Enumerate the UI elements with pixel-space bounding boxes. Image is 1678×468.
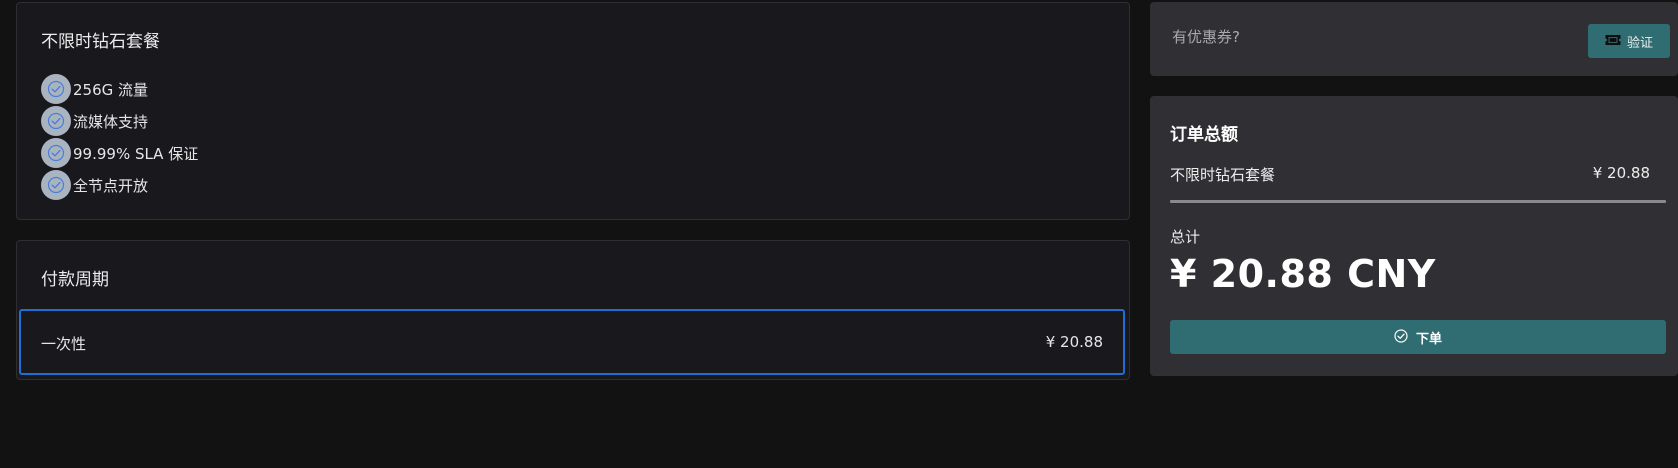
order-summary-title: 订单总额 xyxy=(1170,125,1238,145)
feature-label: 99.99% SLA 保证 xyxy=(73,144,199,163)
verify-coupon-button[interactable]: 验证 xyxy=(1588,24,1670,58)
check-circle-icon xyxy=(41,170,71,200)
feature-item: 全节点开放 xyxy=(41,169,198,201)
summary-item-price: ¥ 20.88 xyxy=(1592,164,1650,182)
billing-option-one-time[interactable]: 一次性 ¥ 20.88 xyxy=(19,309,1125,375)
check-circle-icon xyxy=(41,138,71,168)
feature-label: 全节点开放 xyxy=(73,176,149,195)
feature-label: 256G 流量 xyxy=(73,80,149,99)
plan-title: 不限时钻石套餐 xyxy=(41,32,160,52)
feature-item: 99.99% SLA 保证 xyxy=(41,137,198,169)
billing-option-price: ¥ 20.88 xyxy=(1045,333,1103,351)
coupon-input[interactable] xyxy=(1150,16,1594,58)
billing-option-label: 一次性 xyxy=(41,335,87,353)
summary-divider xyxy=(1170,200,1666,203)
total-amount: ¥ 20.88 CNY xyxy=(1170,252,1436,296)
feature-item: 256G 流量 xyxy=(41,73,198,105)
check-circle-icon xyxy=(41,74,71,104)
feature-item: 流媒体支持 xyxy=(41,105,198,137)
ticket-icon xyxy=(1605,34,1621,49)
verify-label: 验证 xyxy=(1626,34,1653,50)
plan-card: 不限时钻石套餐 256G 流量 流媒体支持 99.99% SLA 保证 全节点开… xyxy=(16,2,1130,220)
billing-period-card: 付款周期 一次性 ¥ 20.88 xyxy=(16,240,1130,380)
order-summary-card: 订单总额 不限时钻石套餐 ¥ 20.88 总计 ¥ 20.88 CNY 下单 xyxy=(1150,96,1678,376)
summary-item-name: 不限时钻石套餐 xyxy=(1170,166,1276,184)
place-order-label: 下单 xyxy=(1415,330,1442,346)
coupon-card: 验证 xyxy=(1150,2,1678,76)
feature-label: 流媒体支持 xyxy=(73,112,149,131)
place-order-button[interactable]: 下单 xyxy=(1170,320,1666,354)
summary-line-item: 不限时钻石套餐 ¥ 20.88 xyxy=(1170,164,1666,185)
checkout-page: 不限时钻石套餐 256G 流量 流媒体支持 99.99% SLA 保证 全节点开… xyxy=(0,0,1678,468)
billing-period-title: 付款周期 xyxy=(41,270,109,290)
total-label: 总计 xyxy=(1170,228,1201,246)
check-circle-icon xyxy=(41,106,71,136)
feature-list: 256G 流量 流媒体支持 99.99% SLA 保证 全节点开放 xyxy=(41,73,198,201)
check-circle-icon xyxy=(1394,328,1408,346)
